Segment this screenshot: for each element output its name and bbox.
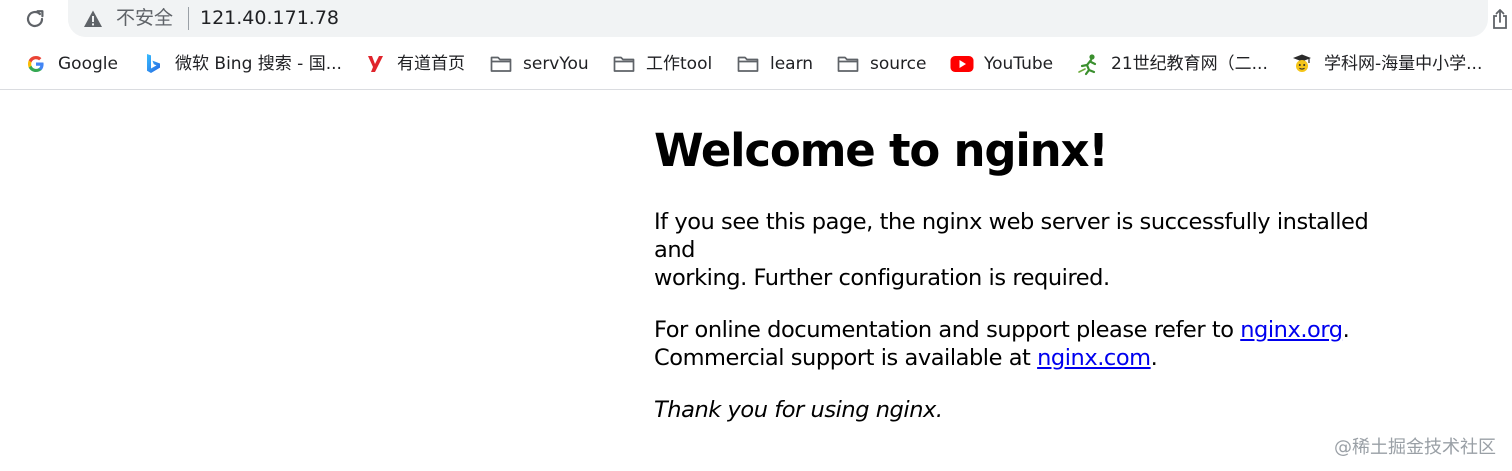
youtube-icon xyxy=(950,52,974,76)
bookmark-bing[interactable]: 微软 Bing 搜索 - 国... xyxy=(141,51,342,77)
bookmark-label: servYou xyxy=(523,54,589,74)
intro-paragraph: If you see this page, the nginx web serv… xyxy=(654,208,1414,292)
security-status-label[interactable]: 不安全 xyxy=(116,6,173,30)
documentation-period: . xyxy=(1342,317,1350,343)
bookmark-folder-worktool[interactable]: 工作tool xyxy=(612,51,712,77)
bookmark-label: source xyxy=(870,54,927,74)
bookmark-folder-servyou[interactable]: servYou xyxy=(489,51,589,77)
documentation-text: For online documentation and support ple… xyxy=(654,317,1241,343)
address-bar[interactable]: 不安全 121.40.171.78 xyxy=(68,0,1488,37)
reload-icon xyxy=(26,10,44,28)
page-content: Welcome to nginx! If you see this page, … xyxy=(654,118,1414,424)
reload-button[interactable] xyxy=(22,6,48,32)
bookmark-zxxk[interactable]: 学科网-海量中小学... xyxy=(1290,51,1482,77)
warning-icon[interactable] xyxy=(83,9,103,29)
bookmark-label: 有道首页 xyxy=(397,54,465,74)
21cnjy-icon xyxy=(1077,52,1101,76)
commercial-text: Commercial support is available at xyxy=(654,345,1038,371)
zxxk-icon xyxy=(1290,52,1314,76)
youdao-icon xyxy=(363,52,387,76)
bookmark-folder-source[interactable]: source xyxy=(836,51,926,77)
browser-toolbar: 不安全 121.40.171.78 xyxy=(0,0,1512,38)
google-icon xyxy=(24,52,48,76)
address-bar-divider xyxy=(188,7,189,30)
bookmark-label: 微软 Bing 搜索 - 国... xyxy=(175,54,342,74)
bookmark-label: 工作tool xyxy=(646,54,713,74)
bookmark-youtube[interactable]: YouTube xyxy=(950,51,1053,77)
nginx-com-link[interactable]: nginx.com xyxy=(1037,345,1151,371)
folder-icon xyxy=(836,52,860,76)
bookmark-label: learn xyxy=(770,54,814,74)
watermark: @稀土掘金技术社区 xyxy=(1334,437,1496,458)
intro-text-line-2: working. Further configuration is requir… xyxy=(654,265,1110,291)
intro-text-line-1: If you see this page, the nginx web serv… xyxy=(654,209,1369,263)
commercial-period: . xyxy=(1150,345,1158,371)
bookmark-label: Google xyxy=(58,54,118,74)
bookmark-folder-learn[interactable]: learn xyxy=(736,51,813,77)
share-button[interactable] xyxy=(1488,6,1512,32)
folder-icon xyxy=(736,52,760,76)
bookmark-label: YouTube xyxy=(984,54,1054,74)
bookmark-youdao[interactable]: 有道首页 xyxy=(363,51,465,77)
folder-icon xyxy=(489,52,513,76)
bing-icon xyxy=(141,52,165,76)
bookmark-label: 21世纪教育网（二... xyxy=(1111,54,1268,74)
share-icon xyxy=(1493,9,1507,29)
bookmark-21cnjy[interactable]: 21世纪教育网（二... xyxy=(1077,51,1268,77)
thanks-paragraph: Thank you for using nginx. xyxy=(654,397,943,423)
nginx-org-link[interactable]: nginx.org xyxy=(1240,317,1343,343)
url-text[interactable]: 121.40.171.78 xyxy=(200,6,339,30)
bookmark-google[interactable]: Google xyxy=(24,51,118,77)
bookmark-label: 学科网-海量中小学... xyxy=(1324,54,1483,74)
folder-icon xyxy=(612,52,636,76)
page-title: Welcome to nginx! xyxy=(654,124,1109,177)
support-paragraph: For online documentation and support ple… xyxy=(654,316,1414,372)
bookmarks-bar: Google 微软 Bing 搜索 - 国... 有道首页 servYou 工作… xyxy=(0,38,1512,90)
